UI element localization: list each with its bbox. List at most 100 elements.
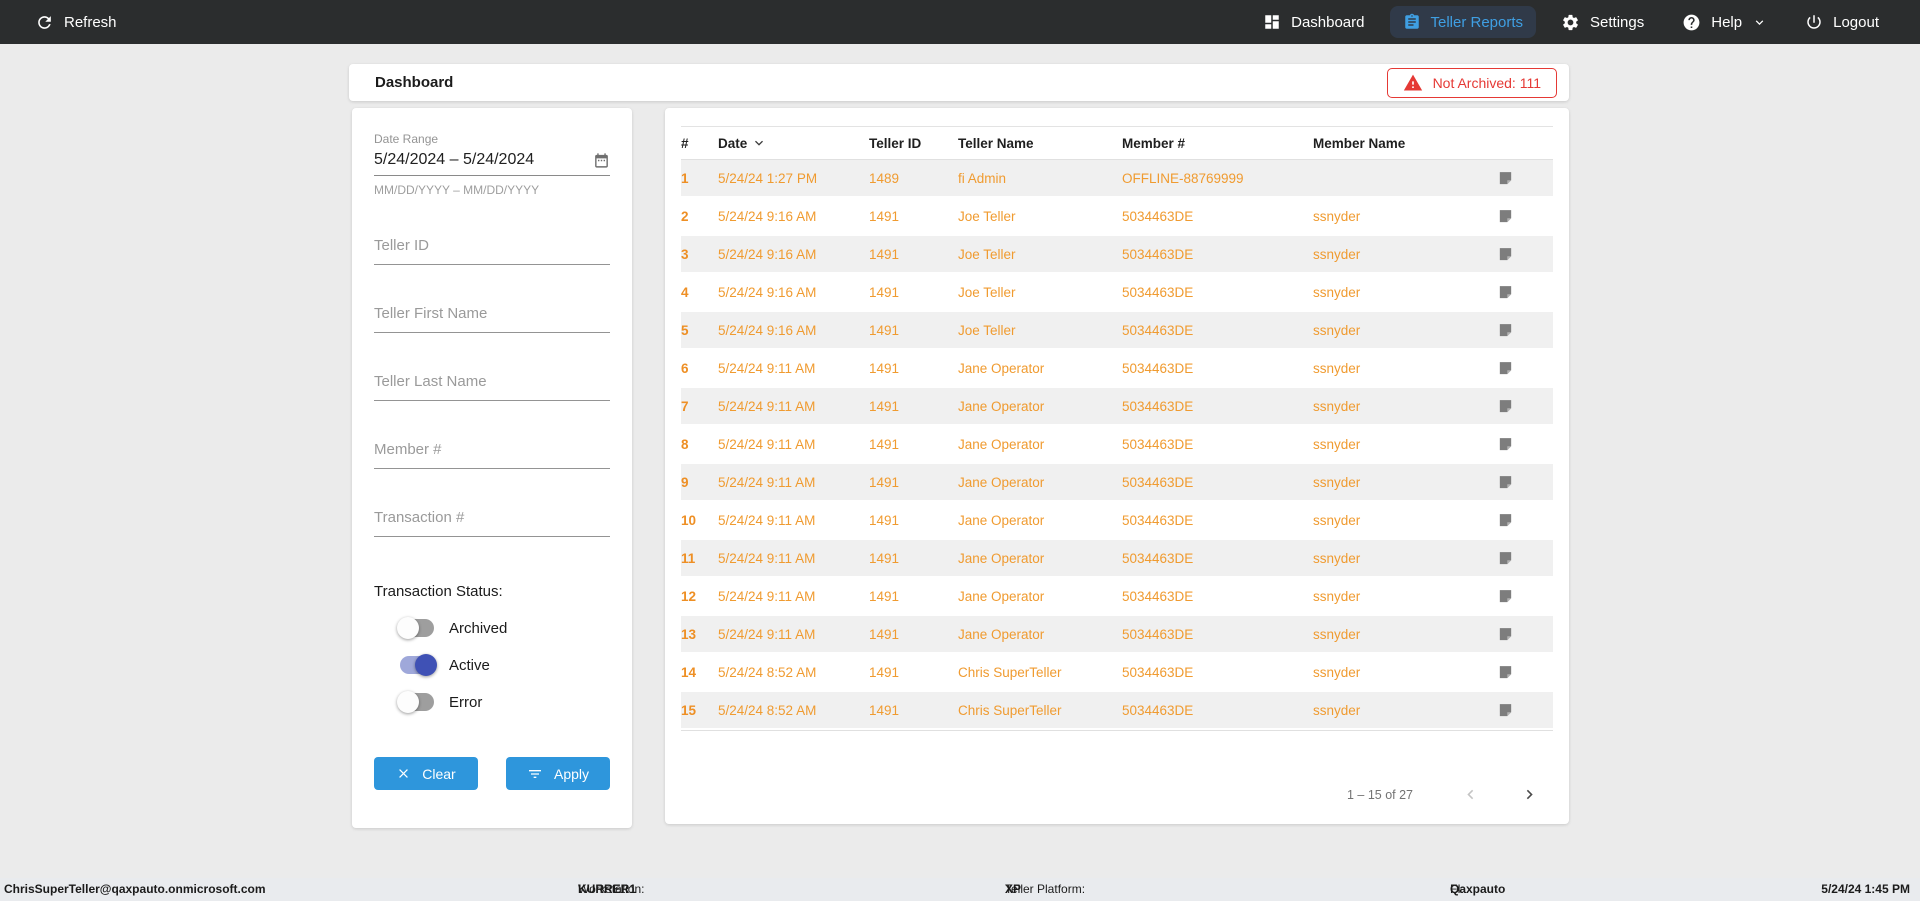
table-row[interactable]: 11 5/24/24 9:11 AM 1491 Jane Operator 50… [681, 540, 1553, 578]
row-number: 1 [681, 170, 689, 186]
table-row[interactable]: 8 5/24/24 9:11 AM 1491 Jane Operator 503… [681, 426, 1553, 464]
row-teller-name: Jane Operator [958, 398, 1045, 414]
row-teller-name: Jane Operator [958, 474, 1045, 490]
row-member-name: ssnyder [1313, 512, 1361, 528]
note-icon[interactable] [1488, 322, 1522, 339]
table-row[interactable]: 15 5/24/24 8:52 AM 1491 Chris SuperTelle… [681, 692, 1553, 730]
row-teller-id: 1491 [869, 512, 900, 528]
note-icon[interactable] [1488, 474, 1522, 491]
table-row[interactable]: 6 5/24/24 9:11 AM 1491 Jane Operator 503… [681, 350, 1553, 388]
row-teller-name: Jane Operator [958, 550, 1045, 566]
row-member-name: ssnyder [1313, 208, 1361, 224]
error-toggle[interactable] [397, 691, 434, 713]
chevron-right-icon [1520, 785, 1539, 804]
teller-last-name-input[interactable] [374, 373, 610, 400]
column-header-date[interactable]: Date [718, 135, 869, 151]
not-archived-badge[interactable]: Not Archived: 111 [1386, 67, 1557, 98]
teller-id-field [374, 237, 610, 265]
row-number: 13 [681, 626, 697, 642]
teller-id-input[interactable] [374, 237, 610, 264]
nav-item-settings[interactable]: Settings [1548, 6, 1657, 39]
row-member-name: ssnyder [1313, 284, 1361, 300]
note-icon[interactable] [1488, 702, 1522, 719]
table-row[interactable]: 4 5/24/24 9:16 AM 1491 Joe Teller 503446… [681, 274, 1553, 312]
table-row[interactable]: 3 5/24/24 9:16 AM 1491 Joe Teller 503446… [681, 236, 1553, 274]
apply-button[interactable]: Apply [506, 757, 610, 790]
table-row[interactable]: 13 5/24/24 9:11 AM 1491 Jane Operator 50… [681, 616, 1553, 654]
nav-item-teller-reports[interactable]: Teller Reports [1389, 6, 1537, 38]
next-page-button[interactable] [1514, 779, 1545, 810]
table-row[interactable]: 2 5/24/24 9:16 AM 1491 Joe Teller 503446… [681, 198, 1553, 236]
calendar-icon[interactable] [593, 152, 610, 169]
column-header-teller-name[interactable]: Teller Name [958, 136, 1122, 151]
nav-item-label: Dashboard [1291, 13, 1365, 31]
gear-icon [1561, 13, 1580, 32]
note-icon[interactable] [1488, 360, 1522, 377]
note-icon[interactable] [1488, 626, 1522, 643]
column-header-member-name[interactable]: Member Name [1313, 136, 1488, 151]
row-member-name: ssnyder [1313, 702, 1361, 718]
note-icon[interactable] [1488, 208, 1522, 225]
transaction-status-label: Transaction Status: [374, 583, 503, 600]
row-date: 5/24/24 9:16 AM [718, 322, 817, 338]
filter-icon [527, 766, 543, 782]
row-member-number: 5034463DE [1122, 246, 1194, 262]
workstation-info: Workstation: KURRER1 [578, 882, 645, 896]
row-teller-name: fi Admin [958, 170, 1007, 186]
note-icon[interactable] [1488, 398, 1522, 415]
row-teller-id: 1491 [869, 626, 900, 642]
row-member-name: ssnyder [1313, 322, 1361, 338]
nav-item-logout[interactable]: Logout [1792, 6, 1892, 38]
row-member-name: ssnyder [1313, 550, 1361, 566]
row-teller-id: 1491 [869, 246, 900, 262]
refresh-button[interactable]: Refresh [22, 6, 130, 39]
row-teller-name: Jane Operator [958, 626, 1045, 642]
row-member-number: OFFLINE-88769999 [1122, 170, 1244, 186]
row-member-number: 5034463DE [1122, 474, 1194, 490]
active-toggle[interactable] [400, 654, 437, 676]
date-range-input[interactable] [374, 151, 593, 169]
row-teller-name: Joe Teller [958, 322, 1016, 338]
note-icon[interactable] [1488, 170, 1522, 187]
table-row[interactable]: 12 5/24/24 9:11 AM 1491 Jane Operator 50… [681, 578, 1553, 616]
row-date: 5/24/24 9:16 AM [718, 246, 817, 262]
previous-page-button[interactable] [1455, 779, 1486, 810]
teller-first-name-input[interactable] [374, 305, 610, 332]
table-row[interactable]: 9 5/24/24 9:11 AM 1491 Jane Operator 503… [681, 464, 1553, 502]
row-teller-id: 1491 [869, 702, 900, 718]
row-member-number: 5034463DE [1122, 512, 1194, 528]
archived-toggle[interactable] [397, 617, 434, 639]
table-row[interactable]: 1 5/24/24 1:27 PM 1489 fi Admin OFFLINE-… [681, 160, 1553, 198]
note-icon[interactable] [1488, 664, 1522, 681]
transaction-number-input[interactable] [374, 509, 610, 536]
column-header-member-number[interactable]: Member # [1122, 136, 1313, 151]
note-icon[interactable] [1488, 436, 1522, 453]
sort-desc-icon [751, 135, 767, 151]
column-header-teller-id[interactable]: Teller ID [869, 136, 958, 151]
row-teller-id: 1489 [869, 170, 900, 186]
row-member-number: 5034463DE [1122, 436, 1194, 452]
table-row[interactable]: 10 5/24/24 9:11 AM 1491 Jane Operator 50… [681, 502, 1553, 540]
note-icon[interactable] [1488, 512, 1522, 529]
refresh-icon [35, 13, 54, 32]
nav-item-label: Help [1711, 13, 1743, 31]
clipboard-icon [1403, 13, 1421, 31]
note-icon[interactable] [1488, 550, 1522, 567]
table-row[interactable]: 7 5/24/24 9:11 AM 1491 Jane Operator 503… [681, 388, 1553, 426]
chevron-down-icon [1752, 15, 1767, 30]
note-icon[interactable] [1488, 284, 1522, 301]
note-icon[interactable] [1488, 246, 1522, 263]
table-row[interactable]: 14 5/24/24 8:52 AM 1491 Chris SuperTelle… [681, 654, 1553, 692]
nav-item-help[interactable]: Help [1669, 6, 1780, 39]
row-member-name: ssnyder [1313, 436, 1361, 452]
column-header-number[interactable]: # [681, 136, 718, 151]
row-number: 11 [681, 550, 696, 566]
member-number-input[interactable] [374, 441, 610, 468]
clear-button[interactable]: Clear [374, 757, 478, 790]
row-date: 5/24/24 8:52 AM [718, 702, 817, 718]
note-icon[interactable] [1488, 588, 1522, 605]
table-row[interactable]: 5 5/24/24 9:16 AM 1491 Joe Teller 503446… [681, 312, 1553, 350]
teller-last-name-field [374, 373, 610, 401]
date-range-field[interactable] [374, 151, 610, 176]
nav-item-dashboard[interactable]: Dashboard [1250, 6, 1377, 38]
